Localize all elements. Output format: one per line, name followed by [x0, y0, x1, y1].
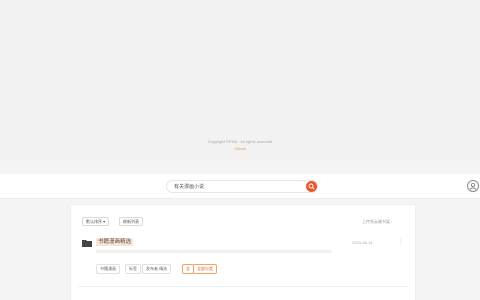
filter-chip[interactable]: 标签: [125, 264, 141, 274]
filter-chip-active[interactable]: 全部分类: [193, 264, 217, 274]
filter-chip[interactable]: 发布者 精选: [142, 264, 172, 274]
refresh-button[interactable]: 刷新列表: [119, 217, 143, 226]
search-icon: [308, 183, 315, 190]
page: Copyright ©PHA · All rights reserved Git…: [0, 0, 480, 300]
result-description: [96, 250, 332, 253]
result-date: 2023-08-14: [352, 240, 373, 245]
result-title[interactable]: 书籍漫画精选: [96, 238, 134, 246]
upload-link[interactable]: 上传到云端书架 ›: [362, 219, 392, 224]
content-area: [0, 0, 480, 160]
search-input[interactable]: 有关漫画小说: [166, 180, 318, 193]
search-button[interactable]: [306, 181, 317, 192]
footer-link[interactable]: Github: [0, 146, 480, 151]
sort-dropdown[interactable]: 默认排序 ▾: [82, 217, 110, 226]
more-options-icon[interactable]: ⋮: [398, 239, 404, 245]
folder-icon: [82, 240, 92, 247]
divider: [78, 286, 408, 287]
user-avatar-icon[interactable]: [467, 180, 479, 192]
search-query: 有关漫画小说: [174, 184, 205, 190]
filter-chip[interactable]: 书籍漫画: [96, 264, 120, 274]
copyright-text: Copyright ©PHA · All rights reserved: [207, 139, 273, 144]
